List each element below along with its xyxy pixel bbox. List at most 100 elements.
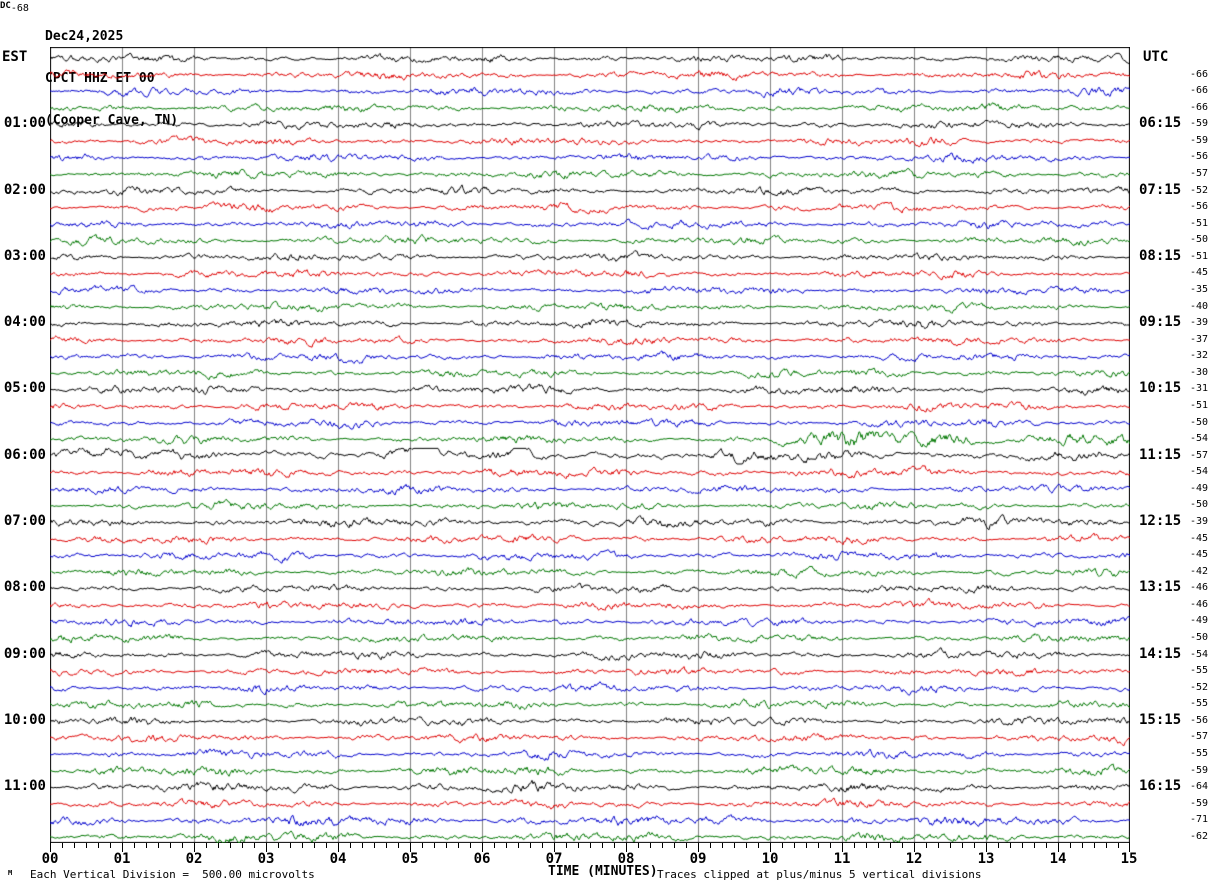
- dc-offset-value: -57: [1189, 731, 1208, 743]
- dc-offset-value: -51: [1189, 250, 1208, 262]
- x-axis-minor-tick: [686, 843, 687, 848]
- x-axis-minor-tick: [350, 843, 351, 848]
- x-axis-minor-tick: [242, 843, 243, 848]
- x-axis-minor-tick: [794, 843, 795, 848]
- est-hour-label: 06:00: [3, 446, 46, 463]
- utc-axis-header: UTC: [1143, 49, 1169, 65]
- est-hour-label: 08:00: [3, 579, 46, 596]
- x-axis-title: TIME (MINUTES): [548, 864, 658, 879]
- x-axis-tick-label: 12: [905, 851, 923, 867]
- est-hour-label: 10:00: [3, 711, 46, 728]
- x-axis-minor-tick: [446, 843, 447, 848]
- est-hour-label: 09:00: [3, 645, 46, 662]
- dc-offset-value: -56: [1189, 201, 1208, 213]
- x-axis-minor-tick: [170, 843, 171, 848]
- x-axis-minor-tick: [866, 843, 867, 848]
- x-axis-minor-tick: [230, 843, 231, 848]
- x-axis-minor-tick: [110, 843, 111, 848]
- dc-offset-value: -50: [1189, 631, 1208, 643]
- dc-offset-value: -42: [1189, 565, 1208, 577]
- x-axis-minor-tick: [854, 843, 855, 848]
- x-axis-minor-tick: [1106, 843, 1107, 848]
- dc-offset-value: -62: [1189, 830, 1208, 842]
- x-axis-minor-tick: [878, 843, 879, 848]
- dc-offset-value: -45: [1189, 267, 1208, 279]
- x-axis-minor-tick: [278, 843, 279, 848]
- x-axis-minor-tick: [938, 843, 939, 848]
- dc-offset-value: -66: [1189, 101, 1208, 113]
- x-axis-tick-label: 10: [761, 851, 779, 867]
- x-axis-minor-tick: [206, 843, 207, 848]
- x-axis-minor-tick: [638, 843, 639, 848]
- x-axis-minor-tick: [434, 843, 435, 848]
- x-axis-minor-tick: [302, 843, 303, 848]
- x-axis-minor-tick: [398, 843, 399, 848]
- x-axis-minor-tick: [254, 843, 255, 848]
- dc-offset-value: -46: [1189, 598, 1208, 610]
- dc-offset-value: -45: [1189, 532, 1208, 544]
- x-axis-tick-label: 04: [329, 851, 347, 867]
- x-axis-minor-tick: [74, 843, 75, 848]
- x-axis-tick-label: 15: [1120, 851, 1138, 867]
- x-axis-minor-tick: [830, 843, 831, 848]
- x-axis-minor-tick: [746, 843, 747, 848]
- x-axis-minor-tick: [158, 843, 159, 848]
- x-axis-minor-tick: [1022, 843, 1023, 848]
- x-axis-minor-tick: [86, 843, 87, 848]
- est-hour-label: 07:00: [3, 512, 46, 529]
- dc-offset-value: -50: [1189, 234, 1208, 246]
- x-axis-minor-tick: [218, 843, 219, 848]
- est-axis-header: EST: [2, 49, 28, 65]
- x-axis-minor-tick: [98, 843, 99, 848]
- dc-offset-value: -31: [1189, 383, 1208, 395]
- dc-offset-value: -56: [1189, 151, 1208, 163]
- x-axis-minor-tick: [662, 843, 663, 848]
- x-axis-minor-tick: [650, 843, 651, 848]
- x-axis-minor-tick: [182, 843, 183, 848]
- x-axis-minor-tick: [470, 843, 471, 848]
- dc-offset-value: -59: [1189, 764, 1208, 776]
- dc-offset-value: -57: [1189, 167, 1208, 179]
- x-axis-minor-tick: [1082, 843, 1083, 848]
- dc-offset-value: -30: [1189, 366, 1208, 378]
- dc-offset-value: -39: [1189, 317, 1208, 329]
- webicorder-page: Dec24,2025 CPCT HHZ ET 00 (Cooper Cave, …: [0, 0, 1210, 886]
- dc-offset-value: -52: [1189, 681, 1208, 693]
- x-axis-minor-tick: [1034, 843, 1035, 848]
- dc-offset-value: -35: [1189, 283, 1208, 295]
- x-axis-minor-tick: [578, 843, 579, 848]
- x-axis-minor-tick: [1118, 843, 1119, 848]
- x-axis-minor-tick: [674, 843, 675, 848]
- x-axis-minor-tick: [62, 843, 63, 848]
- dc-offset-value: -66: [1189, 85, 1208, 97]
- x-axis-tick-label: 02: [185, 851, 203, 867]
- dc-offset-value: -39: [1189, 515, 1208, 527]
- dc-offset-value: -50: [1189, 416, 1208, 428]
- x-axis-tick-label: 13: [977, 851, 995, 867]
- x-axis-tick-label: 05: [401, 851, 419, 867]
- x-axis-minor-tick: [998, 843, 999, 848]
- dc-offset-value: -54: [1189, 648, 1208, 660]
- x-axis-minor-tick: [1070, 843, 1071, 848]
- x-axis-minor-tick: [782, 843, 783, 848]
- x-axis-minor-tick: [818, 843, 819, 848]
- x-axis-minor-tick: [518, 843, 519, 848]
- x-axis-minor-tick: [326, 843, 327, 848]
- dc-axis-header: DC-68: [0, 0, 1210, 14]
- x-axis-minor-tick: [1010, 843, 1011, 848]
- title-date: Dec24,2025: [45, 29, 124, 44]
- dc-offset-value: -50: [1189, 499, 1208, 511]
- x-axis-minor-tick: [902, 843, 903, 848]
- x-axis-minor-tick: [386, 843, 387, 848]
- dc-offset-value: -59: [1189, 797, 1208, 809]
- dc-offset-value: -56: [1189, 714, 1208, 726]
- dc-offset-value: -71: [1189, 814, 1208, 826]
- x-axis-tick-label: 11: [833, 851, 851, 867]
- x-axis-minor-tick: [806, 843, 807, 848]
- clipping-note: Traces clipped at plus/minus 5 vertical …: [657, 868, 982, 881]
- dc-offset-value: -64: [1189, 781, 1208, 793]
- x-axis-minor-tick: [506, 843, 507, 848]
- dc-offset-value: -66: [1189, 68, 1208, 80]
- dc-offset-value: -37: [1189, 333, 1208, 345]
- x-axis-minor-tick: [962, 843, 963, 848]
